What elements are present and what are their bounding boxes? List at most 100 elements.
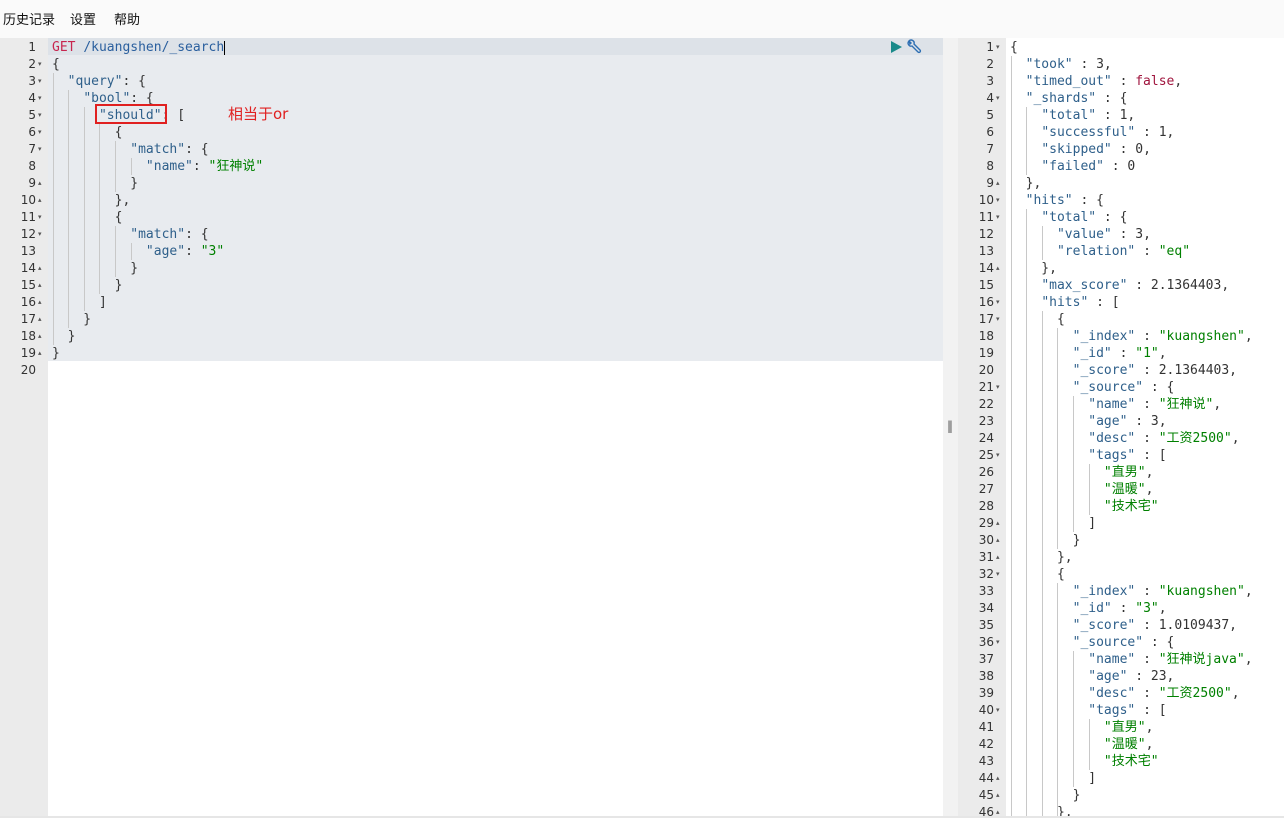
code-text: { xyxy=(52,57,60,72)
fold-toggle-icon[interactable]: ▾ xyxy=(996,634,1004,651)
line-number: 2 xyxy=(986,57,994,71)
request-line: 15 ▴ } xyxy=(0,277,943,294)
fold-toggle-icon[interactable]: ▴ xyxy=(996,260,1004,277)
fold-toggle-icon[interactable]: ▴ xyxy=(996,532,1004,549)
fold-toggle-icon[interactable]: ▾ xyxy=(996,702,1004,719)
play-icon[interactable] xyxy=(889,40,903,54)
code-text: "value" : 3, xyxy=(1056,227,1151,242)
line-number: 45 xyxy=(978,788,994,802)
code-text: "skipped" : 0, xyxy=(1041,142,1151,157)
response-line: 38 "age" : 23, xyxy=(958,668,1284,685)
line-number: 15 xyxy=(20,278,36,292)
response-line: 44 ▴ ] xyxy=(958,770,1284,787)
fold-toggle-icon[interactable]: ▾ xyxy=(996,379,1004,396)
response-line: 39 "desc" : "工资2500", xyxy=(958,685,1284,702)
code-text: "name" : "狂神说java", xyxy=(1088,652,1253,667)
fold-toggle-icon[interactable]: ▾ xyxy=(38,124,46,141)
indent-guide xyxy=(1026,209,1028,816)
line-number: 13 xyxy=(978,244,994,258)
request-line: 16 ▴ ] xyxy=(0,294,943,311)
fold-toggle-icon[interactable]: ▾ xyxy=(38,107,46,124)
code-text: } xyxy=(52,176,139,191)
fold-toggle-icon[interactable]: ▾ xyxy=(996,90,1004,107)
fold-toggle-icon[interactable]: ▴ xyxy=(996,804,1004,816)
menu-settings[interactable]: 设置 xyxy=(70,13,96,29)
line-number: 18 xyxy=(20,329,36,343)
code-text: "age" : 23, xyxy=(1088,669,1175,684)
response-line: 33 "_index" : "kuangshen", xyxy=(958,583,1284,600)
request-line: 1 GET /kuangshen/_search xyxy=(0,39,943,56)
request-line: 8 "name": "狂神说" xyxy=(0,158,943,175)
fold-toggle-icon[interactable]: ▾ xyxy=(996,447,1004,464)
code-text: "total" : { xyxy=(1041,210,1128,225)
line-number: 42 xyxy=(978,737,994,751)
code-text: "max_score" : 2.1364403, xyxy=(1041,278,1230,293)
split-handle-icon[interactable]: ‖ xyxy=(947,419,953,433)
request-editor[interactable]: 1 GET /kuangshen/_search 2 ▾{3 ▾ "query": {4… xyxy=(0,38,943,816)
line-number: 12 xyxy=(20,227,36,241)
fold-toggle-icon[interactable]: ▴ xyxy=(996,787,1004,804)
response-line: 28 "技术宅" xyxy=(958,498,1284,515)
fold-toggle-icon[interactable]: ▾ xyxy=(996,39,1004,56)
line-number: 8 xyxy=(28,159,36,173)
fold-toggle-icon[interactable]: ▴ xyxy=(38,260,46,277)
code-text: "desc" : "工资2500", xyxy=(1088,431,1240,446)
response-line: 15 "max_score" : 2.1364403, xyxy=(958,277,1284,294)
fold-toggle-icon[interactable]: ▴ xyxy=(38,277,46,294)
fold-toggle-icon[interactable]: ▾ xyxy=(38,209,46,226)
fold-toggle-icon[interactable]: ▴ xyxy=(38,328,46,345)
line-number: 17 xyxy=(20,312,36,326)
line-number: 17 xyxy=(978,312,994,326)
response-line: 14 ▴ }, xyxy=(958,260,1284,277)
fold-toggle-icon[interactable]: ▾ xyxy=(38,226,46,243)
line-number: 9 xyxy=(28,176,36,190)
line-number: 1 xyxy=(28,40,36,54)
line-number: 46 xyxy=(978,805,994,816)
indent-guide xyxy=(1026,107,1028,175)
code-text: } xyxy=(52,261,139,276)
wrench-icon[interactable] xyxy=(906,39,922,55)
code-text: { xyxy=(52,210,123,225)
fold-toggle-icon[interactable]: ▾ xyxy=(996,192,1004,209)
fold-toggle-icon[interactable]: ▴ xyxy=(996,549,1004,566)
fold-toggle-icon[interactable]: ▾ xyxy=(996,294,1004,311)
indent-guide xyxy=(68,90,70,328)
request-line: 18 ▴ } xyxy=(0,328,943,345)
response-line: 35 "_score" : 1.0109437, xyxy=(958,617,1284,634)
line-number: 16 xyxy=(20,295,36,309)
fold-toggle-icon[interactable]: ▾ xyxy=(38,90,46,107)
code-text: } xyxy=(52,346,60,361)
menu-help[interactable]: 帮助 xyxy=(114,13,140,29)
fold-toggle-icon[interactable]: ▴ xyxy=(996,515,1004,532)
fold-toggle-icon[interactable]: ▴ xyxy=(996,770,1004,787)
line-number: 3 xyxy=(986,74,994,88)
line-number: 28 xyxy=(978,499,994,513)
menu-history[interactable]: 历史记录 xyxy=(3,13,55,29)
code-text: "直男", xyxy=(1103,720,1154,735)
code-text: "timed_out" : false, xyxy=(1025,74,1183,89)
code-text: "age": "3" xyxy=(145,244,225,259)
indent-guide xyxy=(1041,226,1043,260)
fold-toggle-icon[interactable]: ▾ xyxy=(38,73,46,90)
code-text: "match": { xyxy=(130,227,209,242)
fold-toggle-icon[interactable]: ▾ xyxy=(996,311,1004,328)
code-text: "successful" : 1, xyxy=(1041,125,1175,140)
fold-toggle-icon[interactable]: ▾ xyxy=(996,566,1004,583)
response-line: 5 "total" : 1, xyxy=(958,107,1284,124)
fold-toggle-icon[interactable]: ▾ xyxy=(38,56,46,73)
fold-toggle-icon[interactable]: ▴ xyxy=(996,175,1004,192)
line-number: 40 xyxy=(978,703,994,717)
line-number: 36 xyxy=(978,635,994,649)
fold-toggle-icon[interactable]: ▴ xyxy=(38,294,46,311)
fold-toggle-icon[interactable]: ▴ xyxy=(38,175,46,192)
response-line: 30 ▴ } xyxy=(958,532,1284,549)
response-line: 2 "took" : 3, xyxy=(958,56,1284,73)
response-line: 42 "温暖", xyxy=(958,736,1284,753)
fold-toggle-icon[interactable]: ▴ xyxy=(38,192,46,209)
fold-toggle-icon[interactable]: ▴ xyxy=(38,345,46,362)
fold-toggle-icon[interactable]: ▾ xyxy=(38,141,46,158)
fold-toggle-icon[interactable]: ▴ xyxy=(38,311,46,328)
menu-bar: 历史记录 设置 帮助 xyxy=(0,0,1284,38)
code-text: "match": { xyxy=(130,142,209,157)
fold-toggle-icon[interactable]: ▾ xyxy=(996,209,1004,226)
